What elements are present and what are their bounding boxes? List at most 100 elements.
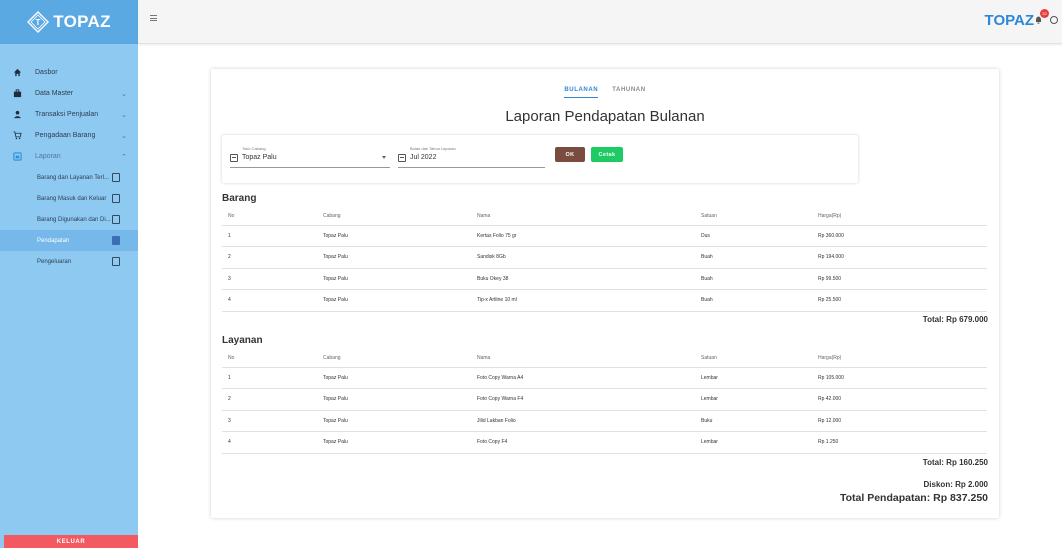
sidebar: T TOPAZ Dasbor Data Master ⌄ Transaksi P… xyxy=(0,0,138,548)
cell-satuan: Buah xyxy=(701,289,818,312)
sidebar-subitem-label: Pendapatan xyxy=(37,237,70,244)
cell-harga: Rp 105.000 xyxy=(818,367,987,389)
ok-button[interactable]: OK xyxy=(555,147,585,162)
briefcase-icon xyxy=(12,89,22,99)
chevron-up-icon: ⌃ xyxy=(121,153,127,161)
sidebar-brand[interactable]: T TOPAZ xyxy=(0,0,138,44)
sidebar-item-label: Pengadaan Barang xyxy=(35,132,96,139)
sidebar-menu: Dasbor Data Master ⌄ Transaksi Penjualan… xyxy=(0,44,138,272)
sidebar-item-laporan[interactable]: Laporan ⌃ xyxy=(0,146,138,167)
barang-table: No Cabang Nama Satuan Harga(Rp) 1 Topaz … xyxy=(222,208,987,312)
sidebar-brand-text: TOPAZ xyxy=(53,12,111,31)
sidebar-item-label: Transaksi Penjualan xyxy=(35,111,99,118)
report-icon xyxy=(12,152,22,162)
period-field[interactable]: Bulan dan Tahun Laporan Jul 2022 xyxy=(398,145,545,168)
branch-select-value: Topaz Palu xyxy=(242,154,277,161)
chevron-down-icon: ⌄ xyxy=(121,111,127,119)
document-icon xyxy=(112,236,120,245)
cell-cabang: Topaz Palu xyxy=(323,289,477,312)
sidebar-subitem-barang-masuk-keluar[interactable]: Barang Masuk dan Keluar xyxy=(0,188,138,209)
cell-cabang: Topaz Palu xyxy=(323,410,477,432)
cell-cabang: Topaz Palu xyxy=(323,246,477,269)
cell-no: 3 xyxy=(222,268,323,290)
cell-harga: Rp 1.250 xyxy=(818,431,987,454)
cell-satuan: Dus xyxy=(701,225,818,247)
chevron-down-icon: ⌄ xyxy=(121,90,127,98)
logout-button[interactable]: KELUAR xyxy=(4,535,138,548)
section-title-layanan: Layanan xyxy=(222,335,263,346)
cell-harga: Rp 42.000 xyxy=(818,388,987,411)
cell-satuan: Buah xyxy=(701,246,818,269)
document-icon xyxy=(112,257,120,266)
cell-satuan: Lembar xyxy=(701,367,818,389)
cell-harga: Rp 25.500 xyxy=(818,289,987,312)
report-tabs: BULANAN TAHUNAN xyxy=(211,87,999,98)
person-icon xyxy=(12,110,22,120)
cell-nama: Jilid Lakban Folio xyxy=(477,410,701,432)
cell-harga: Rp 194.000 xyxy=(818,246,987,269)
table-row: 3 Topaz Palu Jilid Lakban Folio Buku Rp … xyxy=(222,410,987,432)
period-field-value: Jul 2022 xyxy=(410,154,437,161)
column-header-cabang: Cabang xyxy=(323,350,477,368)
cell-harga: Rp 99.500 xyxy=(818,268,987,290)
column-header-harga: Harga(Rp) xyxy=(818,208,987,226)
cell-no: 2 xyxy=(222,388,323,411)
cell-no: 2 xyxy=(222,246,323,269)
sidebar-item-dasbor[interactable]: Dasbor xyxy=(0,62,138,83)
column-header-nama: Nama xyxy=(477,350,701,368)
topbar: TOPAZ 32 xyxy=(138,0,1062,44)
cell-nama: Kertas Folio 75 gr xyxy=(477,225,701,247)
topaz-logo-icon: T xyxy=(27,11,50,33)
calendar-icon xyxy=(398,154,406,162)
cell-no: 1 xyxy=(222,367,323,389)
tab-bulanan[interactable]: BULANAN xyxy=(564,87,599,98)
sidebar-subitem-barang-digunakan[interactable]: Barang Digunakan dan Di... xyxy=(0,209,138,230)
sidebar-subitem-pendapatan[interactable]: Pendapatan xyxy=(0,230,138,251)
clipboard-icon xyxy=(112,194,120,203)
sidebar-subitem-pengeluaran[interactable]: Pengeluaran xyxy=(0,251,138,272)
home-icon xyxy=(12,68,22,78)
branch-select[interactable]: Toko Cabang Topaz Palu xyxy=(230,145,390,168)
table-header-row: No Cabang Nama Satuan Harga(Rp) xyxy=(222,208,987,226)
notification-badge: 32 xyxy=(1040,9,1049,18)
table-row: 3 Topaz Palu Buku Okey 38 Buah Rp 99.500 xyxy=(222,268,987,290)
column-header-no: No xyxy=(222,208,323,226)
layanan-table: No Cabang Nama Satuan Harga(Rp) 1 Topaz … xyxy=(222,350,987,454)
sidebar-subitem-label: Barang dan Layanan Terl... xyxy=(37,174,109,181)
table-header-row: No Cabang Nama Satuan Harga(Rp) xyxy=(222,350,987,368)
column-header-no: No xyxy=(222,350,323,368)
cell-cabang: Topaz Palu xyxy=(323,367,477,389)
sidebar-item-data-master[interactable]: Data Master ⌄ xyxy=(0,83,138,104)
sidebar-item-label: Data Master xyxy=(35,90,74,97)
sidebar-subitem-label: Pengeluaran xyxy=(37,258,72,265)
column-header-cabang: Cabang xyxy=(323,208,477,226)
report-card: BULANAN TAHUNAN Laporan Pendapatan Bulan… xyxy=(211,69,999,518)
print-button[interactable]: Cetak xyxy=(591,147,623,162)
cell-harga: Rp 12.000 xyxy=(818,410,987,432)
cell-satuan: Lembar xyxy=(701,388,818,411)
sidebar-subitem-barang-layanan[interactable]: Barang dan Layanan Terl... xyxy=(0,167,138,188)
page-title: Laporan Pendapatan Bulanan xyxy=(505,108,705,125)
table-row: 4 Topaz Palu Foto Copy F4 Lembar Rp 1.25… xyxy=(222,431,987,454)
cell-cabang: Topaz Palu xyxy=(323,225,477,247)
branch-select-label: Toko Cabang xyxy=(242,146,266,151)
cell-nama: Buku Okey 38 xyxy=(477,268,701,290)
svg-text:T: T xyxy=(36,18,41,27)
cell-cabang: Topaz Palu xyxy=(323,431,477,454)
cell-no: 3 xyxy=(222,410,323,432)
cell-nama: Tip-x Artline 10 ml xyxy=(477,289,701,312)
table-row: 1 Topaz Palu Foto Copy Warna A4 Lembar R… xyxy=(222,367,987,389)
sidebar-item-label: Dasbor xyxy=(35,69,58,76)
column-header-satuan: Satuan xyxy=(701,208,818,226)
clipboard-icon xyxy=(112,173,120,182)
cart-icon xyxy=(12,131,22,141)
discount-total: Diskon: Rp 2.000 xyxy=(923,480,988,489)
sidebar-item-pengadaan-barang[interactable]: Pengadaan Barang ⌄ xyxy=(0,125,138,146)
hamburger-menu-icon[interactable] xyxy=(150,15,157,21)
column-header-harga: Harga(Rp) xyxy=(818,350,987,368)
sidebar-item-transaksi-penjualan[interactable]: Transaksi Penjualan ⌄ xyxy=(0,104,138,125)
dropdown-arrow-icon xyxy=(382,156,386,159)
period-field-label: Bulan dan Tahun Laporan xyxy=(410,146,456,151)
tab-tahunan[interactable]: TAHUNAN xyxy=(612,87,645,98)
user-account-icon[interactable] xyxy=(1050,16,1058,24)
